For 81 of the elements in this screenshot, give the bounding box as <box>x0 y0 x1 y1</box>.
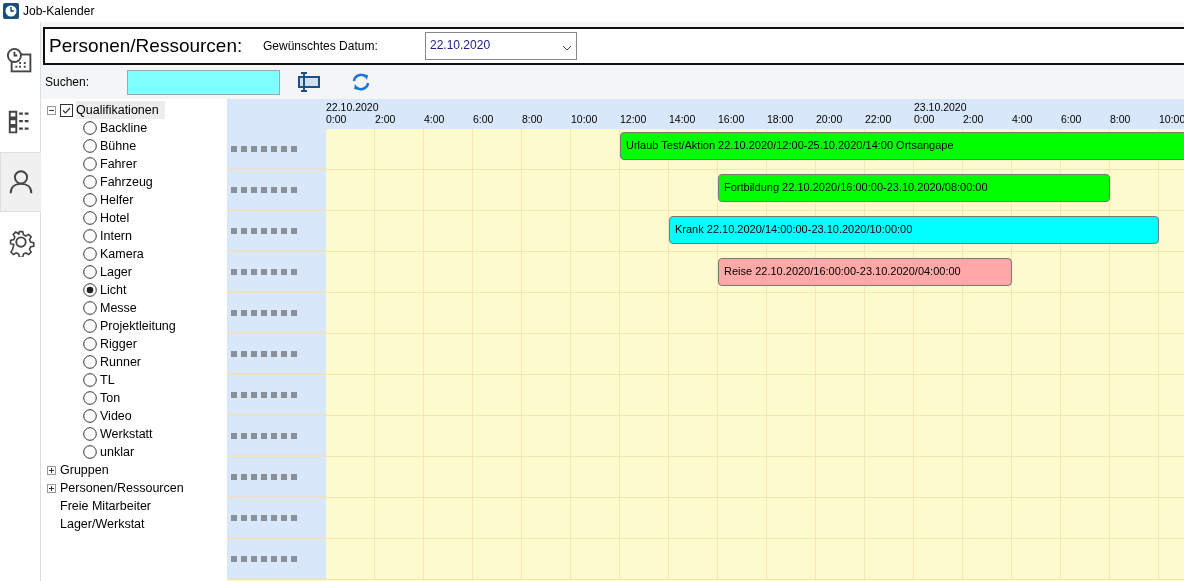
hour-label: 14:00 <box>669 113 697 125</box>
hour-label: 20:00 <box>816 113 844 125</box>
radio-button[interactable] <box>83 229 97 243</box>
hour-label: 10:00 <box>1159 113 1184 125</box>
tree-item[interactable]: Werkstatt <box>100 424 153 444</box>
tree-item[interactable]: Lager <box>100 262 132 282</box>
tree-item[interactable]: TL <box>100 370 115 390</box>
hour-label: 0:00 <box>326 113 348 125</box>
calendar-event[interactable]: Fortbildung 22.10.2020/16:00:00-23.10.2020/08:00:00 <box>718 174 1110 202</box>
radio-button[interactable] <box>83 139 97 153</box>
sidebar-tab[interactable] <box>0 152 41 212</box>
tree-item[interactable]: Kamera <box>100 244 144 264</box>
hour-label: 0:00 <box>914 113 936 125</box>
tree-item[interactable]: Personen/Ressourcen <box>60 478 184 498</box>
radio-button[interactable] <box>83 121 97 135</box>
radio-button[interactable] <box>83 283 97 297</box>
tree-item[interactable]: Fahrer <box>100 154 137 174</box>
tree-item[interactable]: Fahrzeug <box>100 172 153 192</box>
radio-button[interactable] <box>83 301 97 315</box>
hour-label: 2:00 <box>375 113 397 125</box>
radio-button[interactable] <box>83 445 97 459</box>
date-dropdown[interactable]: 22.10.2020 <box>425 32 577 60</box>
radio-button[interactable] <box>83 193 97 207</box>
tree-item[interactable]: Gruppen <box>60 460 109 480</box>
clock-icon <box>3 3 19 19</box>
hour-label: 18:00 <box>767 113 795 125</box>
radio-button[interactable] <box>83 175 97 189</box>
radio-button[interactable] <box>83 157 97 171</box>
chevron-down-icon <box>562 45 572 51</box>
radio-button[interactable] <box>83 409 97 423</box>
hour-label: 4:00 <box>424 113 446 125</box>
tree-item[interactable]: Projektleitung <box>100 316 176 336</box>
day-label: 23.10.2020 <box>914 101 967 113</box>
day-label: 22.10.2020 <box>326 101 379 113</box>
expand-icon[interactable] <box>47 483 56 493</box>
panel-title: Personen/Ressourcen: <box>49 33 244 58</box>
tree-item[interactable]: Licht <box>100 280 127 300</box>
radio-button[interactable] <box>83 337 97 351</box>
tree-item[interactable]: Runner <box>100 352 141 372</box>
radio-button[interactable] <box>83 427 97 441</box>
tree-item[interactable]: Backline <box>100 118 148 138</box>
tree-item[interactable]: Video <box>100 406 132 426</box>
expand-icon[interactable] <box>47 465 56 475</box>
tree-item[interactable]: Bühne <box>100 136 137 156</box>
radio-button[interactable] <box>83 373 97 387</box>
refresh-icon[interactable] <box>350 72 372 92</box>
tree-item[interactable]: Intern <box>100 226 132 246</box>
tree-item[interactable]: Lager/Werkstat <box>60 514 145 534</box>
tree-item[interactable]: Ton <box>100 388 121 408</box>
hour-label: 22:00 <box>865 113 893 125</box>
tree-item[interactable]: unklar <box>100 442 135 462</box>
hour-label: 2:00 <box>963 113 985 125</box>
tree-item[interactable]: Hotel <box>100 208 130 228</box>
hour-label: 8:00 <box>1110 113 1132 125</box>
hour-label: 6:00 <box>1061 113 1083 125</box>
hour-label: 8:00 <box>522 113 544 125</box>
search-field[interactable] <box>127 69 280 95</box>
tree-item[interactable]: Rigger <box>100 334 137 354</box>
tree-item[interactable]: Qualifikationen <box>76 100 165 120</box>
date-label: Gewünschtes Datum: <box>263 38 379 55</box>
tree-item[interactable]: Freie Mitarbeiter <box>60 496 151 516</box>
radio-button[interactable] <box>83 391 97 405</box>
tree-item[interactable]: Messe <box>100 298 137 318</box>
hour-label: 4:00 <box>1012 113 1034 125</box>
calendar-event[interactable]: Reise 22.10.2020/16:00:00-23.10.2020/04:00:00 <box>718 258 1012 286</box>
search-label: Suchen: <box>45 74 91 91</box>
window-title: Job-Kalender <box>23 3 95 20</box>
radio-button[interactable] <box>83 247 97 261</box>
hour-label: 12:00 <box>620 113 648 125</box>
hour-label: 16:00 <box>718 113 746 125</box>
tree-item[interactable]: Helfer <box>100 190 134 210</box>
calendar-event[interactable]: Urlaub Test/Aktion 22.10.2020/12:00-25.10.2020/14:00 Ortsangape <box>620 132 1184 160</box>
radio-button[interactable] <box>83 319 97 333</box>
radio-button[interactable] <box>83 355 97 369</box>
checkbox[interactable] <box>60 103 73 117</box>
calendar-event[interactable]: Krank 22.10.2020/14:00:00-23.10.2020/10:00:00 <box>669 216 1159 244</box>
hour-label: 10:00 <box>571 113 599 125</box>
hour-label: 6:00 <box>473 113 495 125</box>
radio-button[interactable] <box>83 211 97 225</box>
radio-button[interactable] <box>83 265 97 279</box>
collapse-icon[interactable] <box>47 105 56 115</box>
